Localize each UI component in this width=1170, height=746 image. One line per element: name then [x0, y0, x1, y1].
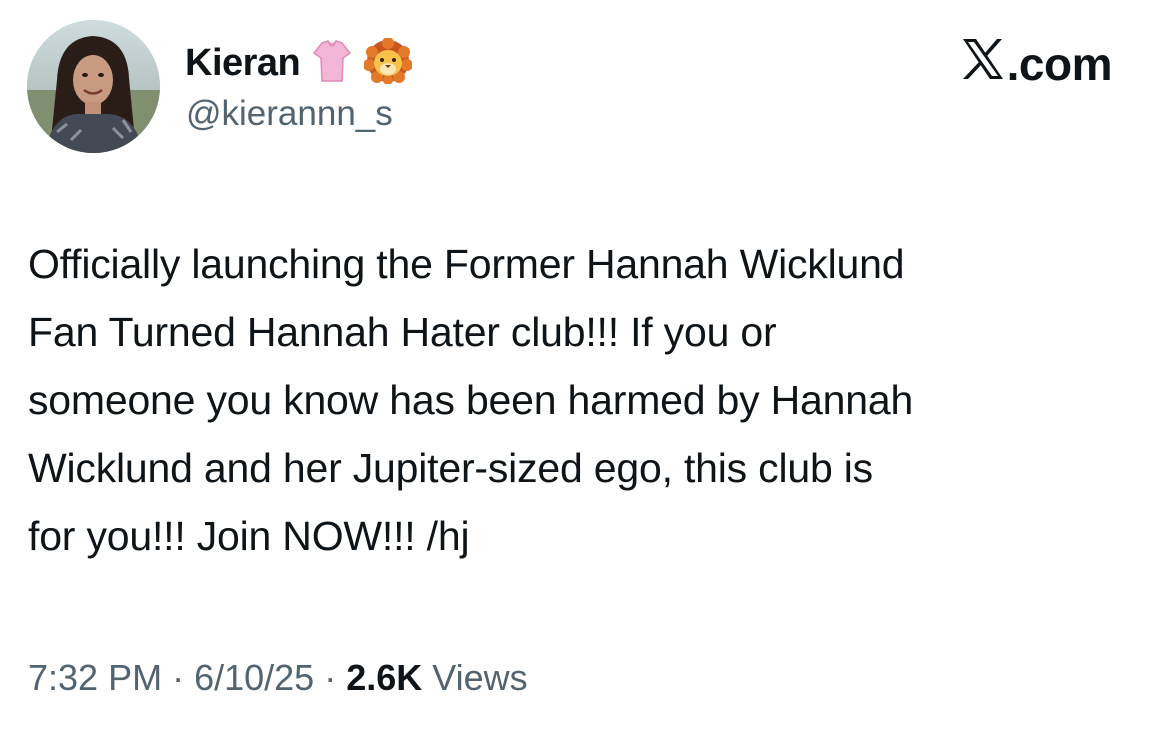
- avatar-photo: [27, 20, 160, 153]
- avatar[interactable]: [27, 20, 160, 153]
- display-name[interactable]: Kieran: [185, 38, 301, 88]
- tweet-meta: 7:32 PM · 6/10/25 · 2.6K Views: [28, 650, 528, 706]
- user-handle[interactable]: @kierannn_s: [186, 92, 393, 136]
- meta-separator: ·: [162, 657, 195, 698]
- x-logo-icon: [961, 37, 1005, 91]
- tweet-time[interactable]: 7:32 PM: [28, 657, 162, 699]
- views-count[interactable]: 2.6K: [346, 657, 422, 699]
- meta-separator: ·: [314, 657, 347, 698]
- views-label: Views: [422, 657, 528, 698]
- pink-shirt-icon: [312, 39, 352, 88]
- author-name-row: Kieran: [185, 36, 414, 89]
- lion-face-icon: [363, 36, 414, 89]
- x-brand: .com: [961, 36, 1113, 92]
- tweet-date[interactable]: 6/10/25: [194, 657, 314, 699]
- tweet-text: Officially launching the Former Hannah W…: [28, 241, 914, 559]
- brand-domain: .com: [1006, 38, 1113, 90]
